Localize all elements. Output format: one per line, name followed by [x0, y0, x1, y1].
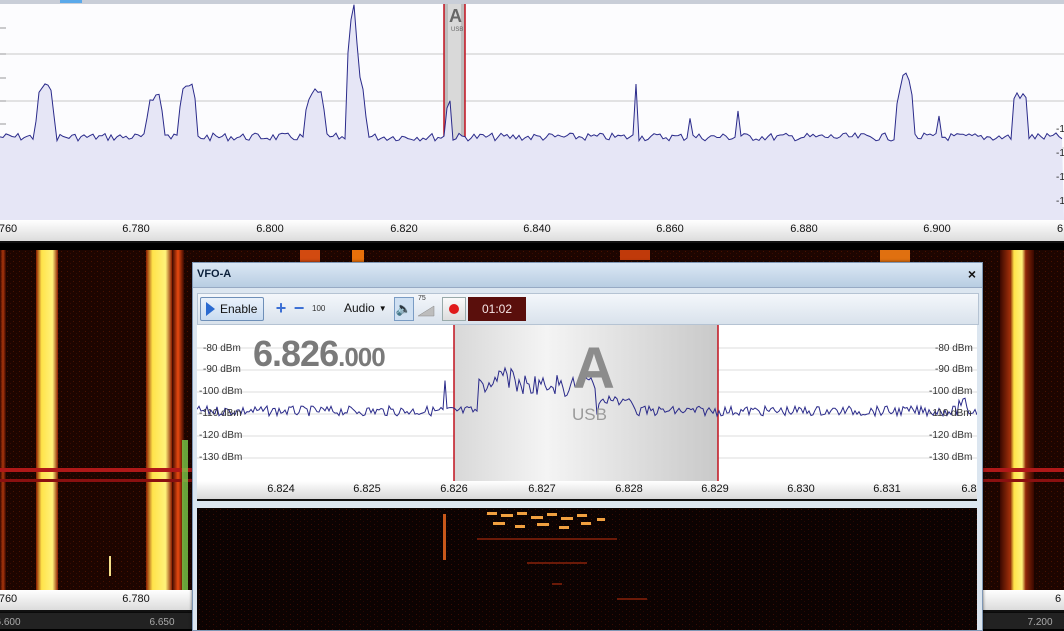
- speaker-icon: 🔈: [395, 301, 413, 316]
- vfo-frequency-sub: .000: [338, 342, 386, 372]
- main-spectrum-plot[interactable]: [0, 0, 1064, 222]
- ruler-label: 6.800: [256, 223, 284, 235]
- vfo-waterfall-canvas[interactable]: [197, 508, 977, 630]
- step-up-button[interactable]: +: [274, 297, 288, 319]
- ruler-label: 6.900: [923, 223, 951, 235]
- vfo-window-title: VFO-A: [197, 268, 232, 280]
- ruler-label: 6.829: [701, 483, 729, 495]
- right-axis-label: -1: [1056, 124, 1064, 135]
- vfo-window[interactable]: VFO-A × Enable + − 100 Audio ▼ 🔈 75 01:0…: [192, 262, 983, 631]
- plus-icon: +: [275, 297, 287, 318]
- vfo-frequency-display[interactable]: 6.826.000: [253, 333, 386, 375]
- db-label: -90 dBm: [935, 364, 973, 375]
- vfo-waterfall[interactable]: [197, 508, 977, 630]
- record-timer: 01:02: [468, 297, 526, 321]
- vfo-marker-letter[interactable]: A: [449, 6, 462, 27]
- ruler-label: 6.828: [615, 483, 643, 495]
- right-axis-label: -1: [1056, 172, 1064, 183]
- ruler-label: 760: [0, 593, 18, 605]
- vfo-frequency-main: 6.826: [253, 333, 339, 374]
- chevron-down-icon: ▼: [378, 303, 387, 313]
- volume-value: 75: [418, 295, 426, 302]
- ruler-label: 6: [1056, 223, 1064, 235]
- vfo-marker-letter-large: A: [573, 336, 615, 401]
- ruler-label: 6.831: [873, 483, 901, 495]
- vfo-toolbar: Enable + − 100 Audio ▼ 🔈 75 01:02: [197, 293, 979, 325]
- record-button[interactable]: [442, 297, 466, 321]
- mute-button[interactable]: 🔈: [394, 297, 414, 321]
- play-icon: [206, 302, 215, 316]
- db-label: -90 dBm: [203, 364, 241, 375]
- ruler-label: 6.826: [440, 483, 468, 495]
- enable-button-label: Enable: [220, 302, 258, 316]
- ruler-label: 6.780: [122, 593, 150, 605]
- vfo-marker-mode-large: USB: [572, 405, 607, 424]
- close-icon[interactable]: ×: [968, 266, 976, 282]
- db-label: -80 dBm: [203, 343, 241, 354]
- scale-label: 7.200: [1027, 617, 1053, 628]
- right-axis-label: -1: [1056, 196, 1064, 207]
- ruler-label: 6.860: [656, 223, 684, 235]
- ruler-label: 6.8: [961, 483, 977, 495]
- db-label: -130 dBm: [199, 452, 243, 463]
- enable-button[interactable]: Enable: [200, 297, 264, 321]
- db-label: -130 dBm: [929, 452, 973, 463]
- right-axis-labels: -1 -1 -1 -1: [1056, 118, 1064, 214]
- vfo-spectrum-panel[interactable]: 6.826.000 A USB -80 dBm -90 dBm -100 dBm…: [197, 325, 977, 481]
- ruler-label: 6: [1054, 593, 1062, 605]
- db-label: -120 dBm: [929, 430, 973, 441]
- right-axis-label: -1: [1056, 148, 1064, 159]
- db-label: -80 dBm: [935, 343, 973, 354]
- ruler-label: 6.820: [390, 223, 418, 235]
- main-frequency-ruler[interactable]: 760 6.780 6.800 6.820 6.840 6.860 6.880 …: [0, 220, 1064, 243]
- scale-label: 6.600: [0, 617, 21, 628]
- ruler-label: 760: [0, 223, 18, 235]
- step-down-button[interactable]: −: [292, 297, 306, 319]
- step-size-value: 100: [312, 303, 326, 313]
- db-label: -110 dBm: [929, 408, 972, 419]
- ruler-label: 6.830: [787, 483, 815, 495]
- ruler-label: 6.825: [353, 483, 381, 495]
- step-size-label: 100: [312, 297, 325, 319]
- ruler-label: 6.780: [122, 223, 150, 235]
- record-icon: [449, 304, 459, 314]
- ruler-label: 6.880: [790, 223, 818, 235]
- vfo-title-bar[interactable]: VFO-A ×: [193, 263, 982, 288]
- ruler-label: 6.840: [523, 223, 551, 235]
- db-label: -100 dBm: [929, 386, 973, 397]
- db-label: -100 dBm: [199, 386, 243, 397]
- vfo-frequency-ruler[interactable]: 6.824 6.825 6.826 6.827 6.828 6.829 6.83…: [197, 481, 977, 501]
- db-label: -120 dBm: [199, 430, 243, 441]
- minus-icon: −: [293, 297, 305, 318]
- main-spectrum-panel[interactable]: A USB -1 -1 -1 -1 760 6.780 6.800 6.820 …: [0, 0, 1064, 243]
- db-label: -110 dBm: [199, 408, 242, 419]
- scale-label: 6.650: [149, 617, 175, 628]
- ruler-label: 6.824: [267, 483, 295, 495]
- audio-dropdown[interactable]: Audio ▼: [344, 297, 387, 319]
- audio-dropdown-label: Audio: [344, 301, 375, 315]
- ruler-label: 6.827: [528, 483, 556, 495]
- vfo-marker-mode: USB: [451, 27, 464, 33]
- volume-slider[interactable]: 75: [416, 295, 436, 319]
